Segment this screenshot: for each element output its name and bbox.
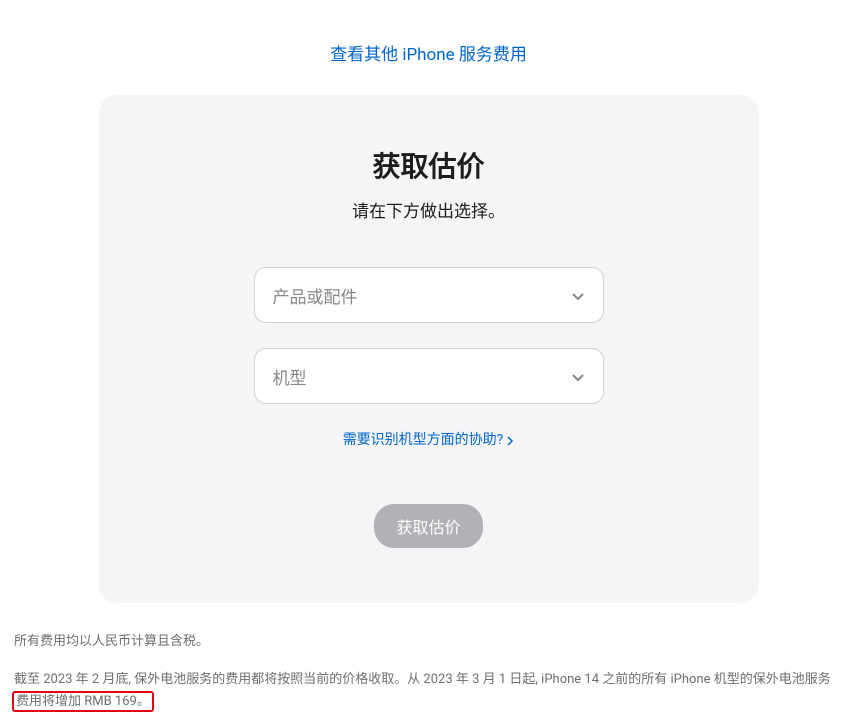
view-other-services-link[interactable]: 查看其他 iPhone 服务费用 [330,45,527,65]
estimate-card: 获取估价 请在下方做出选择。 产品或配件 机型 需要识别机型方面的协助? [99,95,759,603]
model-select-placeholder: 机型 [273,364,307,389]
footnote-line-1: 所有费用均以人民币计算且含税。 [14,631,843,653]
chevron-right-icon [506,435,514,445]
top-link-area: 查看其他 iPhone 服务费用 [12,0,845,95]
help-link-area: 需要识别机型方面的协助? [139,429,719,449]
chevron-down-icon [571,288,585,302]
product-select[interactable]: 产品或配件 [254,267,604,323]
identify-model-help-link[interactable]: 需要识别机型方面的协助? [343,432,515,448]
product-select-wrapper: 产品或配件 [254,267,604,323]
footnote: 所有费用均以人民币计算且含税。 截至 2023 年 2 月底, 保外电池服务的费… [12,631,845,713]
card-subtitle: 请在下方做出选择。 [139,197,719,222]
footnote-line-2: 截至 2023 年 2 月底, 保外电池服务的费用都将按照当前的价格收取。从 2… [14,669,843,713]
chevron-down-icon [571,369,585,383]
product-select-placeholder: 产品或配件 [273,283,358,308]
model-select[interactable]: 机型 [254,348,604,404]
help-link-label: 需要识别机型方面的协助? [343,432,504,448]
card-title: 获取估价 [139,145,719,185]
model-select-wrapper: 机型 [254,348,604,404]
price-increase-highlight: 费用将增加 RMB 169。 [12,691,154,712]
get-estimate-button[interactable]: 获取估价 [374,504,482,548]
